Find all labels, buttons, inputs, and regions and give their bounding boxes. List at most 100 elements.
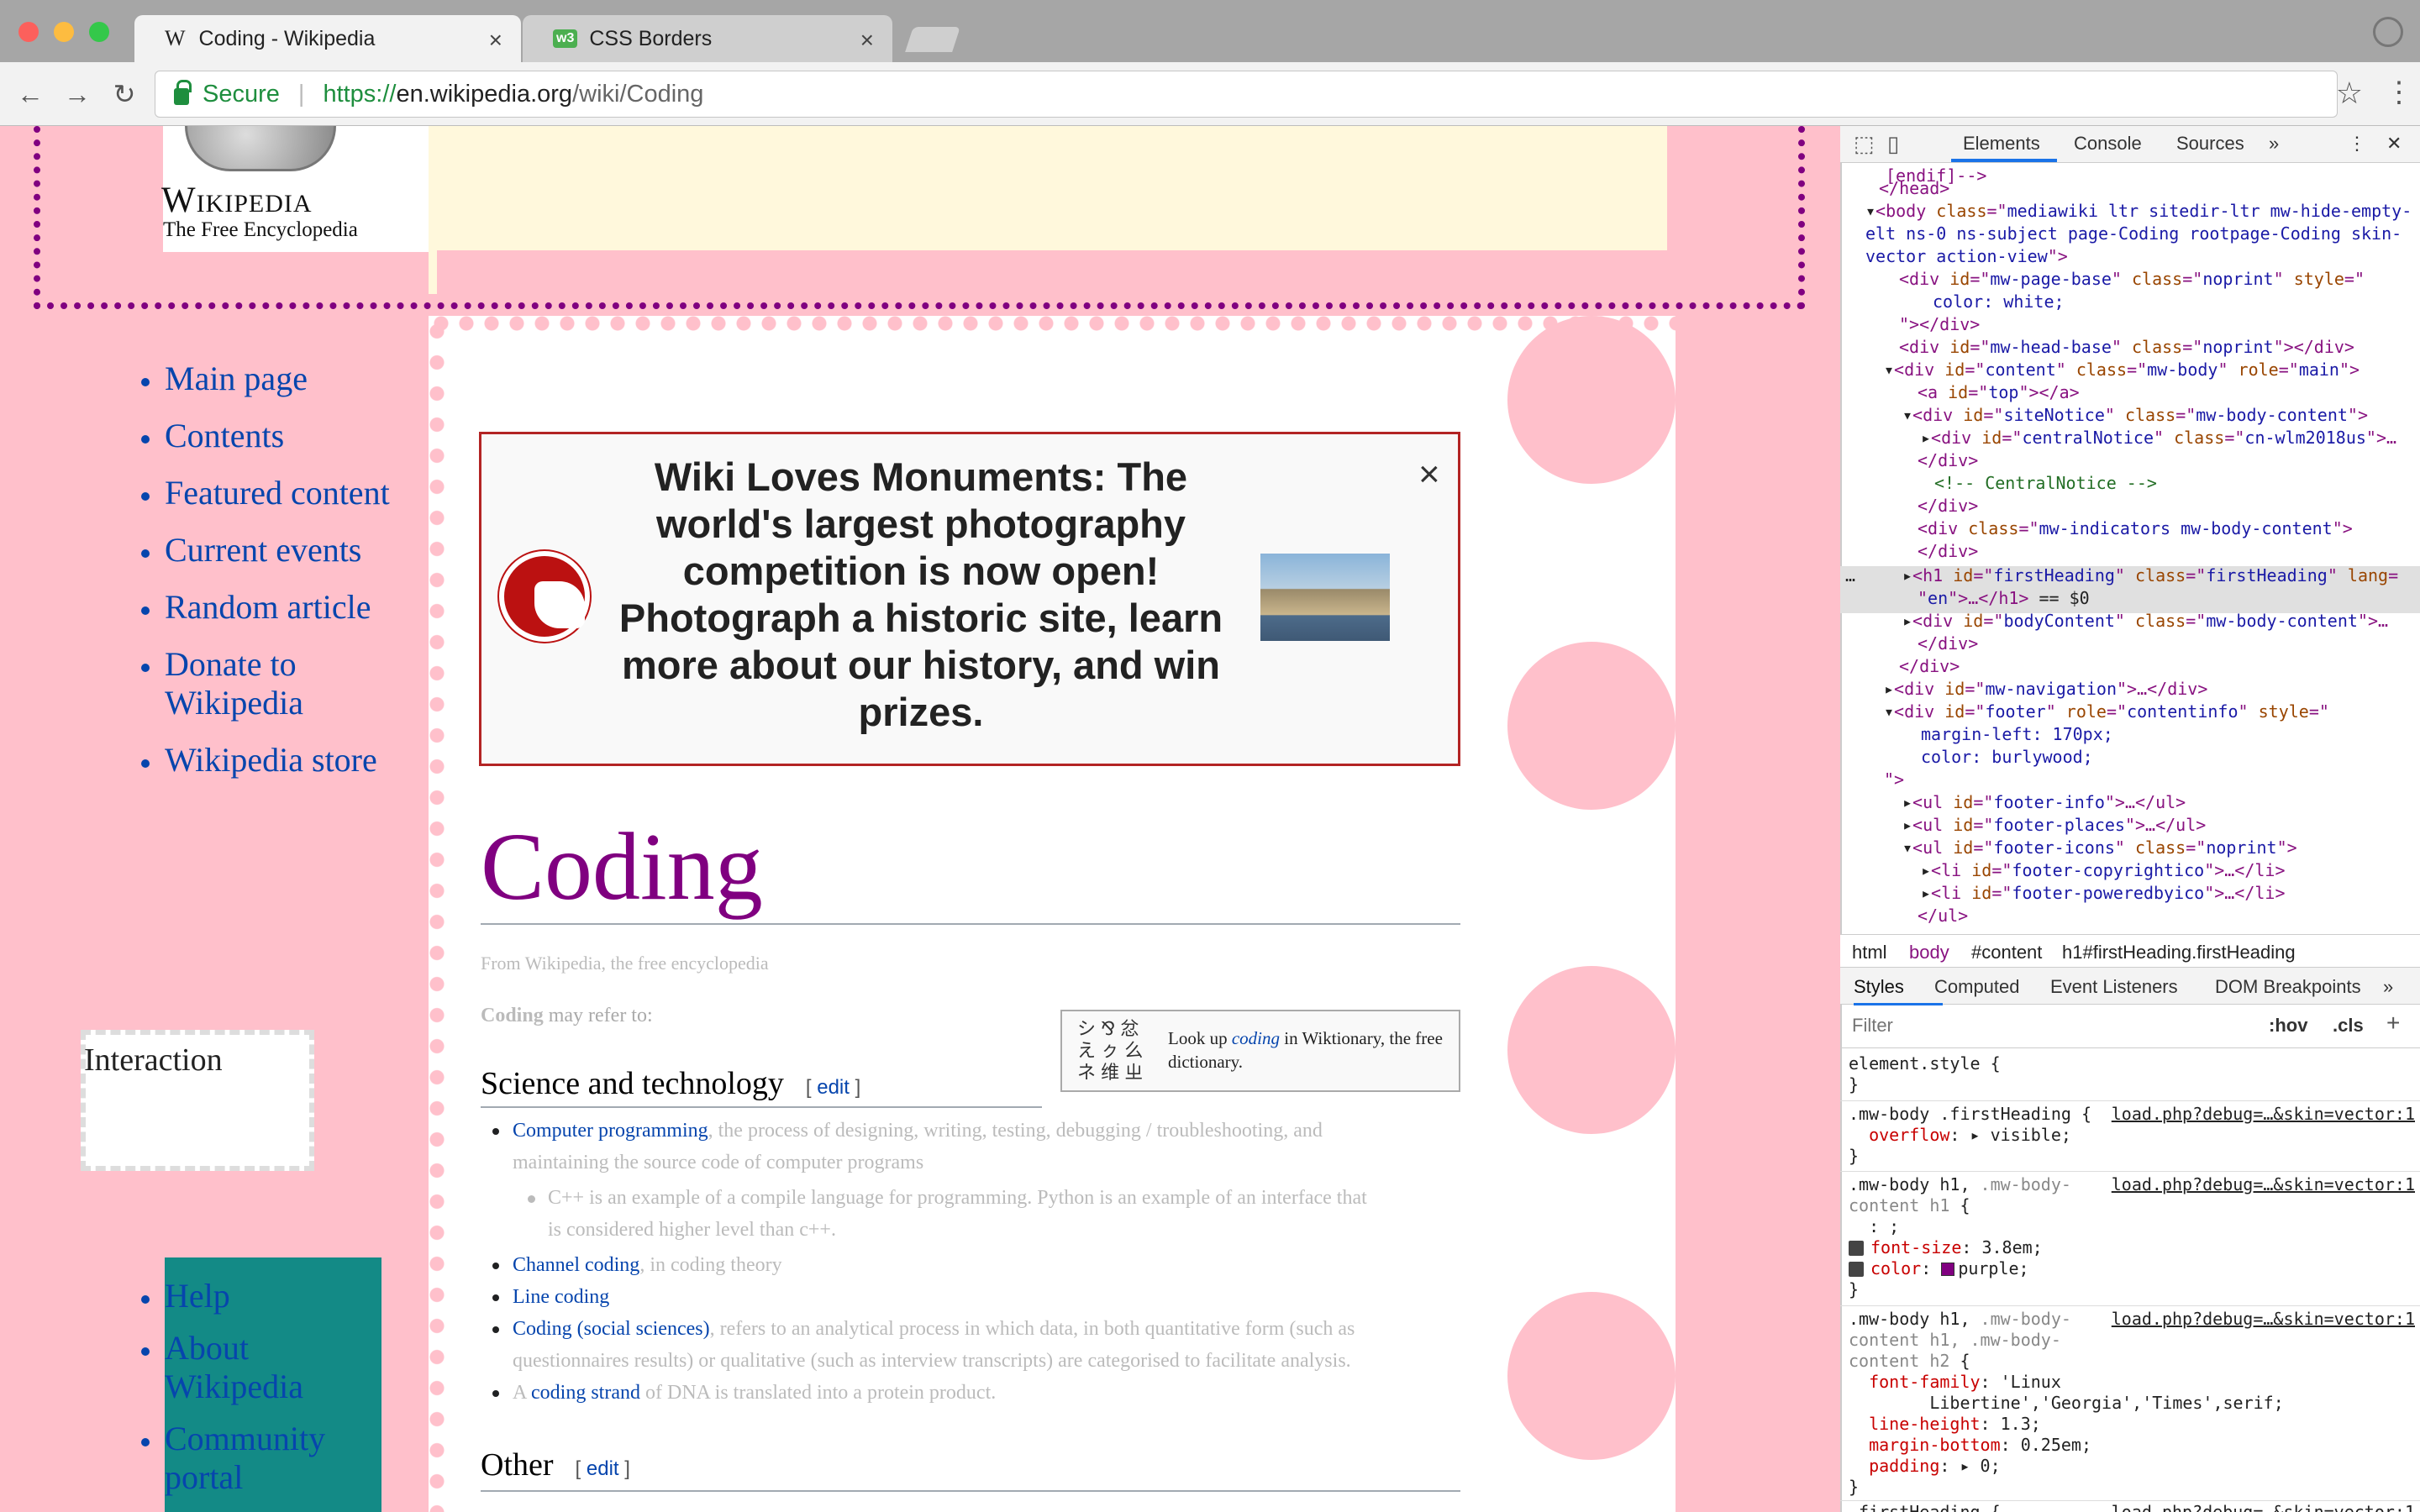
tab-wikipedia[interactable]: W Coding - Wikipedia × xyxy=(134,15,521,62)
sidebar-item-current-events[interactable]: Current events xyxy=(141,531,393,570)
item-text: C++ is an example of a compile language … xyxy=(548,1187,1367,1241)
style-source-link[interactable]: load.php?debug=…&skin=vector:1 xyxy=(2112,1174,2415,1195)
decorative-circle xyxy=(1507,966,1676,1134)
close-tab-icon[interactable]: × xyxy=(860,27,874,54)
sidebar-item-random-article[interactable]: Random article xyxy=(141,588,393,627)
sidebar-item-contents[interactable]: Contents xyxy=(141,417,393,455)
inspect-icon[interactable]: ⬚ xyxy=(1854,131,1875,157)
castle-photo xyxy=(1260,554,1390,641)
styles-tabbar: Styles Computed Event Listeners DOM Brea… xyxy=(1840,968,2420,1005)
new-tab-button[interactable] xyxy=(905,27,960,52)
interaction-heading: Interaction xyxy=(84,1042,223,1078)
close-devtools-icon[interactable]: ✕ xyxy=(2386,133,2402,155)
lead-rest: may refer to: xyxy=(543,1005,653,1026)
close-icon[interactable]: × xyxy=(1418,454,1440,496)
class-toggle[interactable]: .cls xyxy=(2333,1015,2364,1037)
dotted-border-top xyxy=(429,316,1676,331)
tab-title: CSS Borders xyxy=(589,26,713,50)
dom-breadcrumb: html body #content h1#firstHeading.first… xyxy=(1840,934,2420,968)
section-heading: Other [ edit ] xyxy=(481,1446,630,1483)
breadcrumb-html[interactable]: html xyxy=(1852,942,1887,963)
list-item: Channel coding, in coding theory xyxy=(481,1249,1380,1281)
breadcrumb-h1[interactable]: h1#firstHeading.firstHeading xyxy=(2062,942,2296,963)
wiktionary-pre: Look up xyxy=(1168,1028,1232,1048)
item-link[interactable]: Coding (social sciences) xyxy=(513,1318,710,1340)
tab-event-listeners[interactable]: Event Listeners xyxy=(2050,976,2178,998)
profile-icon[interactable] xyxy=(2373,17,2403,47)
maximize-window-button[interactable] xyxy=(89,22,109,42)
add-rule-icon[interactable]: + xyxy=(2386,1010,2400,1037)
edit-section-link[interactable]: [ edit ] xyxy=(806,1076,860,1099)
checkbox-icon[interactable] xyxy=(1849,1241,1864,1256)
sidebar-item-donate[interactable]: Donate to Wikipedia xyxy=(141,645,393,722)
lock-icon xyxy=(174,80,192,105)
item-link[interactable]: Channel coding xyxy=(513,1254,639,1276)
sidebar-item-community-portal[interactable]: Community portal xyxy=(141,1420,393,1497)
tab-elements[interactable]: Elements xyxy=(1963,133,2040,155)
lead-term: Coding xyxy=(481,1005,544,1026)
back-icon[interactable]: ← xyxy=(12,76,49,113)
separator: | xyxy=(297,80,305,108)
item-link[interactable]: Computer programming xyxy=(513,1120,708,1142)
item-link[interactable]: coding strand xyxy=(531,1382,640,1404)
close-window-button[interactable] xyxy=(18,22,39,42)
tab-styles[interactable]: Styles xyxy=(1854,976,1904,998)
page-title: Coding xyxy=(481,813,763,920)
reload-icon[interactable]: ↻ xyxy=(106,76,143,113)
list-item: C++ is an example of a compile language … xyxy=(481,1182,1380,1246)
tab-console[interactable]: Console xyxy=(2074,133,2142,155)
sidebar-item-featured-content[interactable]: Featured content xyxy=(141,474,393,512)
item-link[interactable]: Line coding xyxy=(513,1286,609,1308)
styles-pane[interactable]: element.style { } .mw-body .firstHeading… xyxy=(1840,1048,2420,1512)
item-text: of DNA is translated into a protein prod… xyxy=(640,1382,997,1404)
address-bar[interactable]: Secure | https://en.wikipedia.org/wiki/C… xyxy=(155,71,2338,118)
filter-input[interactable] xyxy=(1852,1011,2255,1040)
more-tabs-icon[interactable]: » xyxy=(2269,133,2279,155)
section-title: Other xyxy=(481,1447,554,1483)
devtools-menu-icon[interactable]: ⋮ xyxy=(2348,133,2366,155)
menu-icon[interactable]: ⋮ xyxy=(2378,76,2420,109)
active-tab-indicator xyxy=(1951,159,2057,162)
w3schools-favicon-icon: w3 xyxy=(553,29,578,48)
minimize-window-button[interactable] xyxy=(54,22,74,42)
close-tab-icon[interactable]: × xyxy=(489,27,502,54)
notice-text[interactable]: Wiki Loves Monuments: The world's larges… xyxy=(602,454,1240,736)
wiktionary-icon: シ ⅋ 忿え ㇰ 么ネ 维 ㄓ xyxy=(1077,1018,1144,1083)
sidebar-item-help[interactable]: Help xyxy=(141,1277,393,1315)
tab-sources[interactable]: Sources xyxy=(2176,133,2244,155)
forward-icon[interactable]: → xyxy=(59,76,96,113)
section-title: Science and technology xyxy=(481,1066,784,1101)
styles-filter: :hov .cls + xyxy=(1840,1005,2420,1048)
hover-state-toggle[interactable]: :hov xyxy=(2269,1015,2307,1037)
decorative-circle xyxy=(1507,1292,1676,1460)
banner-edge xyxy=(429,126,437,294)
style-source-link[interactable]: load.php?debug=…&skin=vector:1 xyxy=(2112,1104,2415,1125)
edit-label[interactable]: edit xyxy=(817,1076,850,1099)
breadcrumb-content[interactable]: #content xyxy=(1971,942,2042,963)
wiki-loves-monuments-logo-icon xyxy=(499,551,590,642)
tab-css-borders[interactable]: w3 CSS Borders × xyxy=(523,15,892,62)
tab-dom-breakpoints[interactable]: DOM Breakpoints xyxy=(2215,976,2361,998)
device-icon[interactable]: ▯ xyxy=(1887,131,1899,157)
breadcrumb-body[interactable]: body xyxy=(1909,942,1949,963)
tab-computed[interactable]: Computed xyxy=(1934,976,2020,998)
style-source-link[interactable]: load.php?debug=…&skin=vector:1 xyxy=(2112,1309,2415,1330)
list-item: Line coding xyxy=(481,1281,1380,1313)
more-subtabs-icon[interactable]: » xyxy=(2383,976,2393,998)
checkbox-icon[interactable] xyxy=(1849,1262,1864,1277)
dotted-border-left xyxy=(429,316,445,1512)
sidebar-item-about[interactable]: About Wikipedia xyxy=(141,1329,393,1406)
star-icon[interactable]: ☆ xyxy=(2336,76,2363,111)
edit-label[interactable]: edit xyxy=(587,1457,619,1480)
list-item: Coding (social sciences), refers to an a… xyxy=(481,1313,1380,1377)
wiktionary-text: Look up coding in Wiktionary, the free d… xyxy=(1168,1026,1445,1074)
style-source-link[interactable]: load.php?debug=…&skin=vector:1 xyxy=(2112,1502,2415,1512)
url-protocol: https:// xyxy=(323,80,397,108)
sidebar-item-store[interactable]: Wikipedia store xyxy=(141,741,393,780)
url-path: /wiki/Coding xyxy=(572,80,704,108)
url-host: en.wikipedia.org xyxy=(396,80,573,108)
edit-section-link[interactable]: [ edit ] xyxy=(576,1457,630,1480)
dom-tree[interactable]: [endif]--> </head> ▾<body class="mediawi… xyxy=(1840,163,2420,934)
sidebar-item-main-page[interactable]: Main page xyxy=(141,360,393,398)
wiktionary-link[interactable]: coding xyxy=(1232,1028,1280,1048)
